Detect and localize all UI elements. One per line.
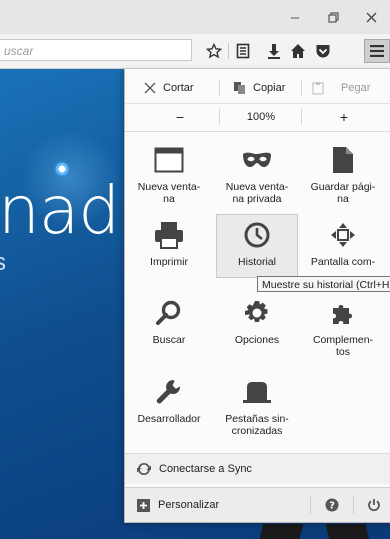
customize-label: Personalizar (158, 499, 220, 511)
sync-button[interactable]: Conectarse a Sync (125, 453, 390, 484)
menu-footer: Personalizar ? (125, 487, 390, 522)
find-label: Buscar (152, 334, 186, 346)
footer-separator (310, 496, 311, 514)
edit-separator (219, 80, 220, 96)
addons-label: Complemen- tos (312, 334, 374, 358)
fullscreen-icon (331, 223, 355, 247)
search-input[interactable]: uscar (0, 39, 192, 61)
private-window-label: Nueva venta- na privada (225, 181, 289, 205)
options-button[interactable]: Opciones (222, 295, 292, 346)
edit-controls: Cortar Copiar Pegar (125, 75, 390, 101)
new-window-button[interactable]: Nueva venta- na (134, 142, 204, 205)
background-figure (325, 524, 375, 539)
gear-icon (245, 301, 268, 322)
svg-text:?: ? (329, 501, 335, 512)
row-separator (125, 103, 390, 104)
save-page-label: Guardar pági- na (310, 181, 376, 205)
mask-icon (243, 152, 271, 167)
zoom-out-button[interactable]: − (145, 105, 215, 129)
find-button[interactable]: Buscar (134, 295, 204, 346)
puzzle-piece-icon (333, 305, 352, 324)
page-subtext: s (0, 249, 6, 276)
open-menu-button[interactable] (364, 39, 390, 63)
history-button[interactable]: Historial (216, 214, 298, 278)
new-window-label: Nueva venta- na (137, 181, 201, 205)
print-button[interactable]: Imprimir (134, 217, 204, 268)
zoom-reset-button[interactable]: 100% (221, 105, 301, 129)
history-label: Historial (238, 256, 276, 268)
copy-label: Copiar (253, 82, 286, 94)
developer-label: Desarrollador (137, 413, 201, 425)
download-icon[interactable] (262, 40, 286, 62)
home-icon[interactable] (286, 40, 310, 62)
zoom-separator (301, 109, 302, 125)
private-window-button[interactable]: Nueva venta- na privada (222, 142, 292, 205)
zoom-controls: − 100% + (125, 105, 390, 132)
zoom-in-button[interactable]: + (311, 105, 377, 129)
toolbar-separator (228, 43, 229, 59)
paste-label: Pegar (341, 82, 371, 94)
help-button[interactable]: ? (315, 488, 349, 522)
copy-button[interactable]: Copiar (233, 75, 285, 101)
pocket-icon[interactable] (311, 40, 335, 62)
history-tooltip: Muestre su historial (Ctrl+H) (257, 276, 390, 292)
bookmarks-list-icon[interactable] (231, 40, 255, 62)
synced-tabs-label: Pestañas sin- cronizadas (225, 413, 289, 437)
help-icon: ? (325, 498, 339, 512)
addons-button[interactable]: Complemen- tos (308, 295, 378, 358)
sync-icon (137, 462, 151, 476)
paste-icon (312, 82, 324, 95)
developer-button[interactable]: Desarrollador (134, 374, 204, 425)
minimize-icon[interactable]: – (276, 0, 314, 34)
power-icon (367, 499, 380, 512)
synced-tabs-button[interactable]: Pestañas sin- cronizadas (222, 374, 292, 437)
menu-panel: Cortar Copiar Pegar − 100% + Nueva venta… (124, 69, 390, 523)
magnifier-icon (156, 300, 181, 325)
hamburger-icon (370, 45, 384, 57)
print-label: Imprimir (150, 256, 188, 268)
cut-button[interactable]: Cortar (143, 75, 194, 101)
window-icon (154, 147, 184, 173)
zoom-separator (219, 109, 220, 125)
fullscreen-button[interactable]: Pantalla com- (308, 217, 378, 268)
plus-box-icon (137, 498, 150, 512)
bookmark-star-icon[interactable] (202, 40, 226, 62)
page-icon (333, 147, 353, 173)
close-icon[interactable] (352, 0, 390, 34)
paste-button[interactable]: Pegar (311, 75, 370, 101)
edit-separator (301, 80, 302, 96)
customize-button[interactable]: Personalizar (125, 488, 305, 522)
title-bar: – (0, 0, 390, 34)
printer-icon (155, 222, 183, 249)
sync-label: Conectarse a Sync (159, 463, 252, 475)
background-figure (252, 524, 304, 539)
scissors-icon (144, 82, 156, 94)
wrench-icon (156, 380, 181, 404)
clock-icon (244, 222, 270, 248)
copy-icon (234, 82, 245, 94)
restore-icon[interactable] (314, 0, 352, 34)
tabs-icon (243, 382, 271, 403)
fullscreen-label: Pantalla com- (310, 256, 376, 268)
toolbar: uscar (0, 34, 390, 69)
quit-button[interactable] (357, 488, 390, 522)
footer-separator (353, 496, 354, 514)
cut-label: Cortar (163, 82, 194, 94)
options-label: Opciones (234, 334, 280, 346)
save-page-button[interactable]: Guardar pági- na (308, 142, 378, 205)
